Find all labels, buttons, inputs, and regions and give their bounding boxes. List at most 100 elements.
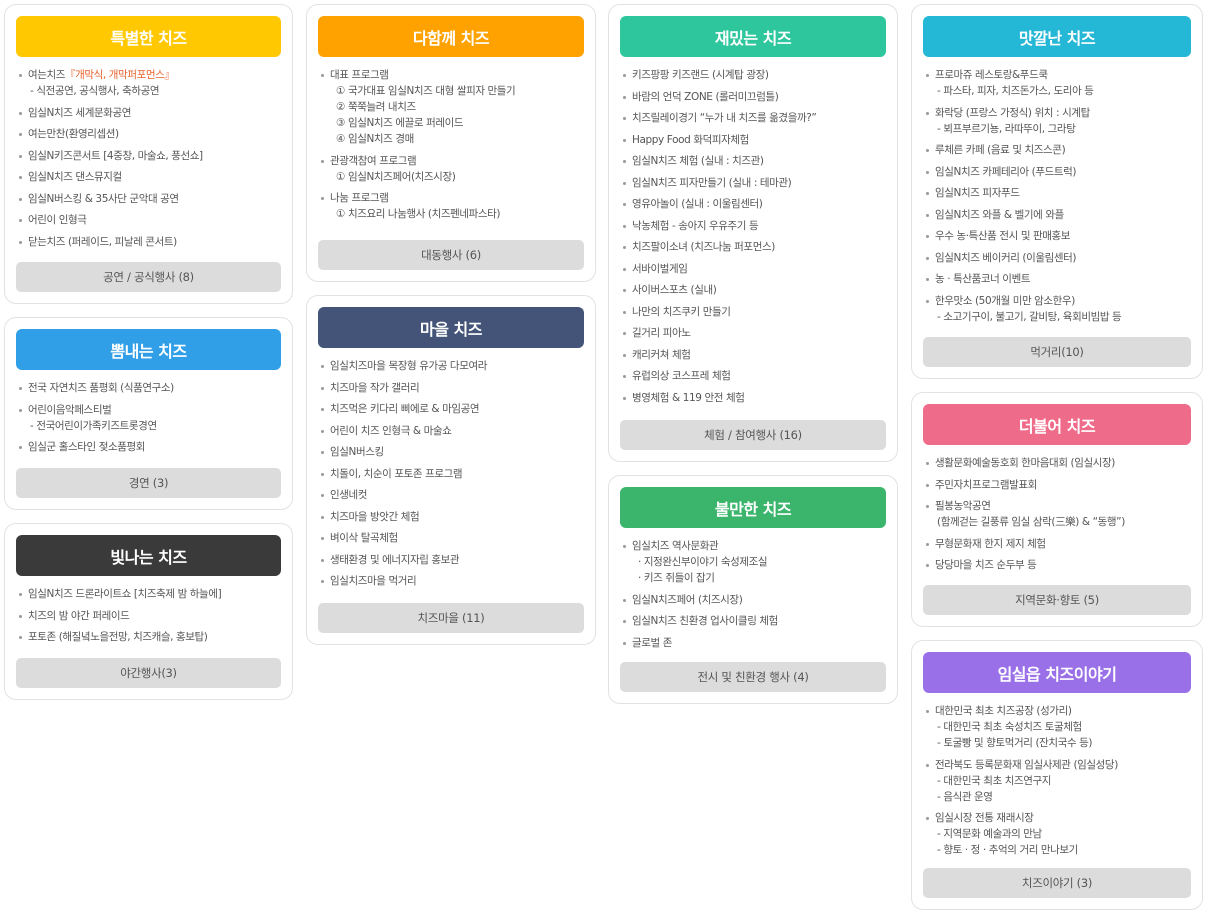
list-item-text: 당당마을 치즈 순두부 등 xyxy=(935,559,1037,571)
card-shine: 빛나는 치즈 임실N치즈 드론라이트쇼 [치즈축제 밤 하늘에] 치즈의 밤 야간… xyxy=(4,523,293,700)
list-item-subtext: ① 국가대표 임실N치즈 대형 쌀피자 만들기 xyxy=(336,85,516,97)
night-event-button[interactable]: 야간행사(3) xyxy=(16,658,281,688)
list-item-text: 임실N치즈 체험 (실내 : 치즈관) xyxy=(632,155,764,167)
list-item-text: 임실시장 전통 재래시장 xyxy=(935,812,1034,824)
list-item-subtext: - 뵈프부르기뇽, 라따뚜이, 그라탕 xyxy=(937,122,1076,135)
card-list: 키즈팡팡 키즈랜드 (시계탑 광장) 바람의 언덕 ZONE (롤러미끄럼틀) 치즈… xyxy=(622,67,886,411)
cheese-village-button[interactable]: 치즈마을 (11) xyxy=(318,603,584,633)
list-item: 화락당 (프랑스 가정식) 위치 : 시계탑 - 뵈프부르기뇽, 라따뚜이, 그라… xyxy=(925,105,1191,137)
list-item-subtext: - 음식관 운영 xyxy=(937,790,993,803)
list-item-text: 치돌이, 치순이 포토존 프로그램 xyxy=(330,467,463,480)
list-item-text: 임실치즈마을 목장형 유가공 다모여라 xyxy=(330,360,487,372)
list-item-text: 유럽의상 코스프레 체험 xyxy=(632,370,731,382)
card-title: 뽐내는 치즈 xyxy=(16,329,281,370)
list-item: 어린이 인형극 xyxy=(18,212,281,228)
list-item: 필봉농악공연 (함께걷는 길풍류 임실 삼락(三樂) & “동행”) xyxy=(925,498,1191,530)
list-item: 임실시장 전통 재래시장 - 지역문화 예술과의 만남 - 향토 · 정 · 추억의… xyxy=(925,810,1191,858)
list-item: 대표 프로그램 ① 국가대표 임실N치즈 대형 쌀피자 만들기 ② 쭉쭉늘려 내치즈… xyxy=(320,67,584,147)
list-item-text: 농 · 특산품코너 이벤트 xyxy=(935,273,1031,285)
card-list: 임실치즈 역사문화관 · 지정완신부이야기 숙성제조실 · 키즈 쥐들이 잡기 임실N… xyxy=(622,538,886,656)
list-item-highlight: 『개막식, 개막퍼포먼스』 xyxy=(65,69,175,81)
list-item-subtext: ① 임실N치즈페어(치즈시장) xyxy=(336,170,456,183)
cheese-story-button[interactable]: 치즈이야기 (3) xyxy=(923,868,1191,898)
card-with: 더불어 치즈 생활문화예술동호회 한마음대회 (임실시장) 주민자치프로그램발표회… xyxy=(911,392,1203,627)
list-item-text: 낙농체험 - 송아지 우유주기 등 xyxy=(632,219,759,232)
list-item: 치즈마을 방앗간 체험 xyxy=(320,509,584,525)
card-boast: 뽐내는 치즈 전국 자연치즈 품평회 (식품연구소) 어린이음악페스티벌 - 전국어… xyxy=(4,317,293,510)
list-item-text: 임실N치즈 친환경 업사이클링 체험 xyxy=(632,615,778,627)
card-story: 임실읍 치즈이야기 대한민국 최초 치즈공장 (성가리) - 대한민국 최초 숙성… xyxy=(911,640,1203,910)
list-item-subtext: - 파스타, 피자, 치즈돈가스, 도리아 등 xyxy=(937,85,1094,97)
list-item-text: 벼이삭 탈곡체험 xyxy=(330,532,398,544)
list-item: 임실N치즈 세계문화공연 xyxy=(18,105,281,121)
list-item-text: Happy Food 화덕피자체험 xyxy=(632,133,749,146)
list-item-text: 임실치즈 역사문화관 xyxy=(632,540,719,552)
list-item: Happy Food 화덕피자체험 xyxy=(622,132,886,148)
list-item-text: 치즈먹은 키다리 삐에로 & 마임공연 xyxy=(330,403,480,415)
list-item-subtext: · 지정완신부이야기 숙성제조실 xyxy=(638,556,768,568)
card-tasty: 맛깔난 치즈 프로마쥬 레스토랑&푸드쿡 - 파스타, 피자, 치즈돈가스, 도리… xyxy=(911,4,1203,379)
card-title: 빛나는 치즈 xyxy=(16,535,281,576)
list-item-subtext: ③ 임실N치즈 에끌로 퍼레이드 xyxy=(336,117,464,129)
list-item: 치돌이, 치순이 포토존 프로그램 xyxy=(320,466,584,482)
list-item: 낙농체험 - 송아지 우유주기 등 xyxy=(622,218,886,234)
list-item: 임실N버스킹 xyxy=(320,444,584,460)
list-item-text: 어린이음악페스티벌 xyxy=(28,403,112,416)
list-item-text: 필봉농악공연 xyxy=(935,500,991,512)
list-item: 임실치즈 역사문화관 · 지정완신부이야기 숙성제조실 · 키즈 쥐들이 잡기 xyxy=(622,538,886,586)
list-item: 임실치즈마을 먹거리 xyxy=(320,573,584,589)
list-item: 관광객참여 프로그램 ① 임실N치즈페어(치즈시장) xyxy=(320,153,584,185)
exhibition-button[interactable]: 전시 및 친환경 행사 (4) xyxy=(620,662,886,692)
list-item-text: 병영체험 & 119 안전 체험 xyxy=(632,391,745,404)
list-item: 바람의 언덕 ZONE (롤러미끄럼틀) xyxy=(622,89,886,105)
list-item: 당당마을 치즈 순두부 등 xyxy=(925,557,1191,573)
list-item: 어린이 치즈 인형극 & 마술쇼 xyxy=(320,423,584,439)
list-item: 서바이벌게임 xyxy=(622,261,886,277)
list-item-text: 닫는치즈 (퍼레이드, 피날레 콘서트) xyxy=(28,235,177,248)
list-item-subtext: - 토굴빵 및 향토먹거리 (잔치국수 등) xyxy=(937,737,1093,749)
list-item-text: 치즈의 밤 야간 퍼레이드 xyxy=(28,609,130,622)
performance-official-button[interactable]: 공연 / 공식행사 (8) xyxy=(16,262,281,292)
card-title: 불만한 치즈 xyxy=(620,487,886,528)
list-item: 여는치즈『개막식, 개막퍼포먼스』 - 식전공연, 공식행사, 축하공연 xyxy=(18,67,281,99)
list-item: 임실N치즈 와플 & 벨기에 와플 xyxy=(925,207,1191,223)
card-title: 재밌는 치즈 xyxy=(620,16,886,57)
list-item: 병영체험 & 119 안전 체험 xyxy=(622,390,886,406)
list-item: 우수 농·특산품 전시 및 판매홍보 xyxy=(925,228,1191,244)
list-item: 치즈팔이소녀 (치즈나눔 퍼포먼스) xyxy=(622,239,886,255)
list-item: 임실N키즈콘서트 [4중창, 마술쇼, 풍선쇼] xyxy=(18,148,281,164)
daedong-event-button[interactable]: 대동행사 (6) xyxy=(318,240,584,270)
list-item-text: 임실N치즈 드론라이트쇼 [치즈축제 밤 하늘에] xyxy=(28,588,222,600)
list-item-text: 여는치즈 xyxy=(28,69,66,81)
list-item: 임실N치즈 카페테리아 (푸드트럭) xyxy=(925,164,1191,180)
card-title: 다함께 치즈 xyxy=(318,16,584,57)
list-item: 치즈의 밤 야간 퍼레이드 xyxy=(18,608,281,624)
list-item-text: 전국 자연치즈 품평회 (식품연구소) xyxy=(28,382,174,394)
card-list: 대한민국 최초 치즈공장 (성가리) - 대한민국 최초 숙성치즈 토굴체험 - 토… xyxy=(925,703,1191,864)
list-item-text: 우수 농·특산품 전시 및 판매홍보 xyxy=(935,230,1071,242)
list-item-text: 어린이 인형극 xyxy=(28,214,87,226)
list-item-text: 전라북도 등록문화재 임실사제관 (임실성당) xyxy=(935,758,1118,771)
list-item: 치즈마을 작가 갤러리 xyxy=(320,380,584,396)
list-item-text: 임실N키즈콘서트 [4중창, 마술쇼, 풍선쇼] xyxy=(28,149,203,162)
list-item: 나만의 치즈쿠키 만들기 xyxy=(622,304,886,320)
list-item-subtext: (함께걷는 길풍류 임실 삼락(三樂) & “동행”) xyxy=(937,516,1125,528)
list-item-text: 길거리 피아노 xyxy=(632,327,691,339)
list-item-text: 생활문화예술동호회 한마음대회 (임실시장) xyxy=(935,457,1115,469)
list-item: 임실N치즈 드론라이트쇼 [치즈축제 밤 하늘에] xyxy=(18,586,281,602)
list-item: 한우맛소 (50개월 미만 암소한우) - 소고기구이, 불고기, 갈비탕, 육회… xyxy=(925,293,1191,325)
list-item: 임실군 홀스타인 젖소품평회 xyxy=(18,439,281,455)
contest-button[interactable]: 경연 (3) xyxy=(16,468,281,498)
list-item-subtext: - 대한민국 최초 숙성치즈 토굴체험 xyxy=(937,721,1082,733)
list-item: 임실N버스킹 & 35사단 군악대 공연 xyxy=(18,191,281,207)
list-item-text: 임실N버스킹 xyxy=(330,446,384,458)
list-item-text: 임실N치즈 피자푸드 xyxy=(935,187,1020,199)
card-title: 특별한 치즈 xyxy=(16,16,281,57)
local-culture-button[interactable]: 지역문화·향토 (5) xyxy=(923,585,1191,615)
list-item-text: 임실N치즈 와플 & 벨기에 와플 xyxy=(935,208,1064,221)
list-item: 캐리커쳐 체험 xyxy=(622,347,886,363)
list-item: 임실N치즈 베이커리 (이울림센터) xyxy=(925,250,1191,266)
list-item: 인생네컷 xyxy=(320,487,584,503)
food-button[interactable]: 먹거리(10) xyxy=(923,337,1191,367)
experience-button[interactable]: 체험 / 참여행사 (16) xyxy=(620,420,886,450)
